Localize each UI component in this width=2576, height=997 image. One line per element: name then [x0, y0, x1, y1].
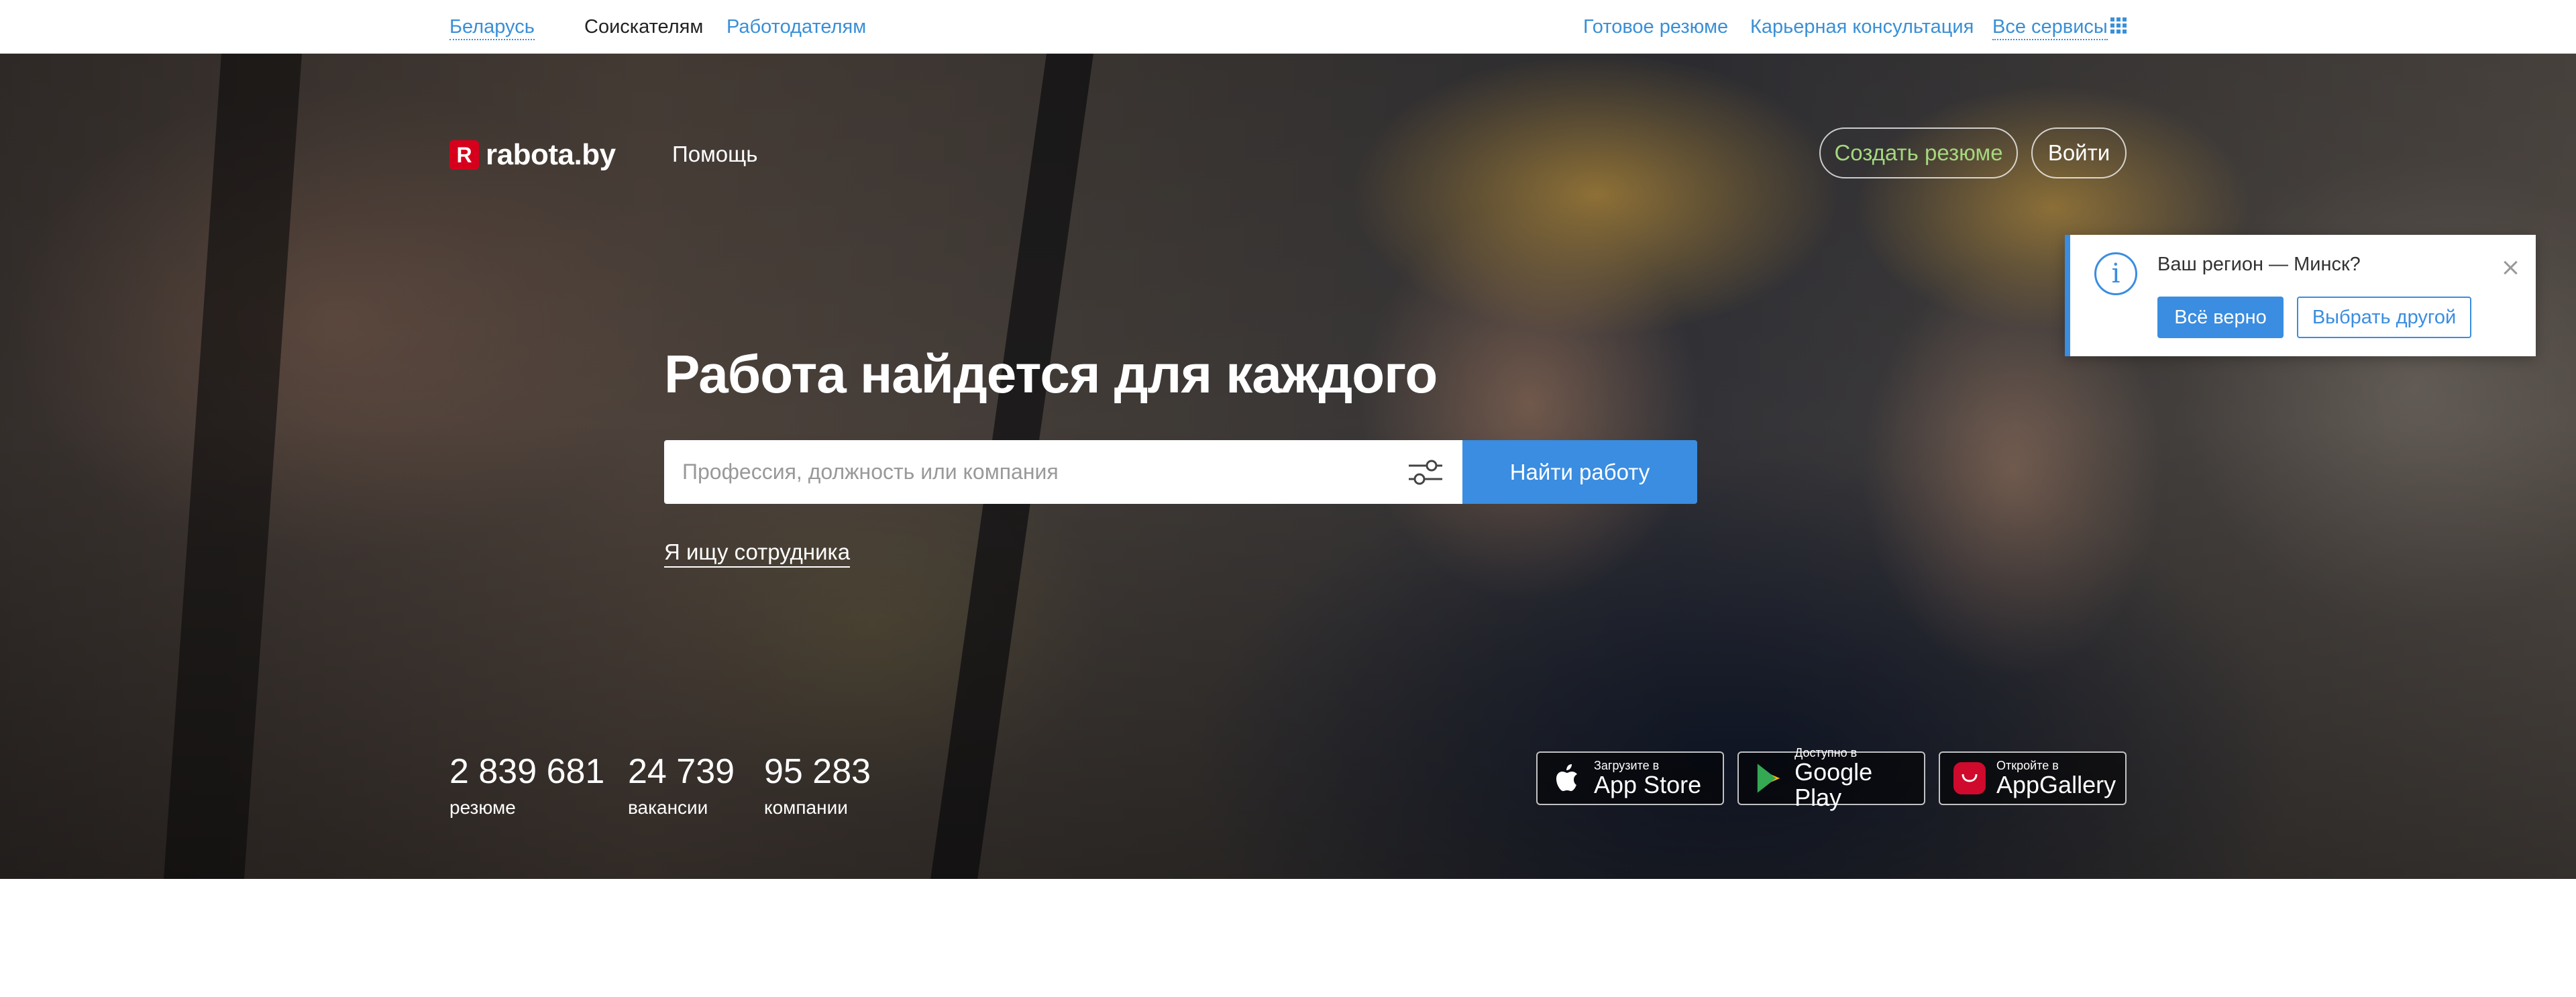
stat-companies: 95 283 компании [764, 751, 871, 820]
stat-resumes: 2 839 681 резюме [449, 751, 604, 820]
search-input[interactable] [664, 440, 1375, 504]
region-question: Ваш регион — Минск? [2157, 254, 2361, 275]
stat-vacancies: 24 739 вакансии [628, 751, 735, 820]
hero-headline: Работа найдется для каждого [664, 344, 1438, 404]
store-caption: Откройте в [1996, 759, 2059, 772]
logo-mark-icon: R [449, 140, 479, 170]
confirm-region-button[interactable]: Всё верно [2157, 297, 2284, 338]
all-services-link[interactable]: Все сервисы [1992, 15, 2108, 40]
store-caption: Доступно в [1794, 746, 1858, 759]
career-consultation-link[interactable]: Карьерная консультация [1750, 15, 1974, 39]
google-play-badge[interactable]: Доступно в Google Play [1737, 746, 1925, 810]
stat-label: вакансии [628, 797, 708, 818]
stat-number: 95 283 [764, 752, 871, 791]
employer-search-link[interactable]: Я ищу сотрудника [664, 539, 851, 568]
region-popup: i Ваш регион — Минск? Всё верно Выбрать … [2065, 235, 2536, 356]
ready-resume-link[interactable]: Готовое резюме [1583, 15, 1728, 39]
find-job-button[interactable]: Найти работу [1462, 440, 1697, 504]
app-store-badge[interactable]: Загрузите в App Store [1536, 751, 1724, 805]
services-grid-icon[interactable] [2110, 17, 2127, 34]
login-button[interactable]: Войти [2031, 127, 2127, 178]
close-icon[interactable] [2501, 258, 2521, 278]
region-link[interactable]: Беларусь [449, 15, 535, 40]
top-nav-bar: Беларусь Соискателям Работодателям Готов… [0, 0, 2576, 54]
apple-icon [1556, 764, 1577, 791]
search-filters-icon[interactable] [1407, 458, 1444, 486]
search-box [664, 440, 1462, 504]
tab-employers[interactable]: Работодателям [727, 15, 866, 39]
stat-number: 2 839 681 [449, 752, 605, 791]
stat-label: компании [764, 797, 848, 818]
create-resume-button[interactable]: Создать резюме [1819, 127, 2018, 178]
stat-number: 24 739 [628, 752, 735, 791]
stat-label: резюме [449, 797, 516, 818]
store-name: App Store [1594, 771, 1702, 798]
store-caption: Загрузите в [1594, 759, 1660, 772]
help-link[interactable]: Помощь [672, 142, 757, 167]
huawei-appgallery-icon [1953, 762, 1986, 794]
appgallery-badge[interactable]: Откройте в AppGallery [1939, 751, 2127, 805]
store-name: Google Play [1794, 758, 1873, 811]
info-icon: i [2094, 252, 2137, 295]
tab-seekers[interactable]: Соискателям [584, 15, 703, 39]
site-logo[interactable]: R rabota.by [449, 138, 616, 172]
store-name: AppGallery [1996, 771, 2116, 798]
google-play-icon [1757, 764, 1780, 793]
logo-text: rabota.by [486, 138, 616, 171]
choose-other-region-button[interactable]: Выбрать другой [2297, 297, 2471, 338]
